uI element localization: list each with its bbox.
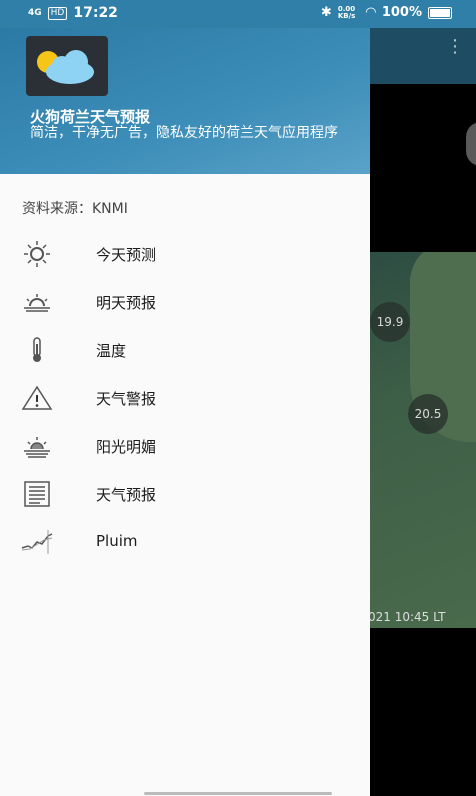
bluetooth-icon: ✱ <box>320 5 332 20</box>
battery-icon <box>428 6 452 19</box>
floating-button[interactable] <box>466 122 476 166</box>
overflow-menu-icon[interactable]: ⋮ <box>446 38 464 56</box>
nav-item-label: Pluim <box>96 532 138 550</box>
report-icon <box>20 480 54 508</box>
nav-item-label: 阳光明媚 <box>96 438 157 456</box>
map-timestamp: 021 10:45 LT <box>368 610 446 624</box>
network-speed: 0.00 KB/s <box>337 4 356 20</box>
nav-item-sunshine[interactable]: 阳光明媚 <box>0 424 370 468</box>
network-indicator: 4G <box>28 8 42 18</box>
sunrise-icon <box>20 288 54 316</box>
navigation-drawer: 火狗荷兰天气预报 简洁，干净无广告，隐私友好的荷兰天气应用程序 资料来源：KNM… <box>0 28 370 796</box>
nav-item-label: 今天预测 <box>96 246 157 264</box>
nav-item-pluim[interactable]: Pluim <box>0 520 370 564</box>
map-temp-label: 19.9 <box>370 302 410 342</box>
nav-item-label: 天气预报 <box>96 486 157 504</box>
nav-item-temperature[interactable]: 温度 <box>0 328 370 372</box>
data-source: 资料来源：KNMI <box>22 201 128 217</box>
nav-item-label: 温度 <box>96 342 127 360</box>
home-indicator[interactable] <box>144 792 332 795</box>
sun-icon <box>20 240 54 268</box>
weather-map[interactable]: 19.9 20.5 <box>370 252 476 628</box>
hd-indicator: HD <box>47 6 68 20</box>
sunny-icon <box>20 432 54 460</box>
status-bar: 4G HD 17:22 ✱ 0.00 KB/s ◠ 100% <box>0 0 476 28</box>
nav-item-label: 明天预报 <box>96 294 157 312</box>
app-description: 简洁，干净无广告，隐私友好的荷兰天气应用程序 <box>30 125 338 141</box>
battery-percent: 100% <box>381 5 422 20</box>
warning-icon <box>20 384 54 412</box>
app-logo <box>26 36 108 96</box>
nav-item-weather-warning[interactable]: 天气警报 <box>0 376 370 420</box>
clock: 17:22 <box>73 5 118 21</box>
nav-item-forecast[interactable]: 天气预报 <box>0 472 370 516</box>
thermometer-icon <box>20 336 54 364</box>
map-temp-label: 20.5 <box>408 394 448 434</box>
drawer-header: 火狗荷兰天气预报 简洁，干净无广告，隐私友好的荷兰天气应用程序 <box>0 28 370 174</box>
wifi-icon: ◠ <box>365 5 376 20</box>
nav-item-label: 天气警报 <box>96 390 157 408</box>
nav-item-tomorrow[interactable]: 明天预报 <box>0 280 370 324</box>
nav-item-today[interactable]: 今天预测 <box>0 232 370 276</box>
plume-chart-icon <box>20 528 54 556</box>
